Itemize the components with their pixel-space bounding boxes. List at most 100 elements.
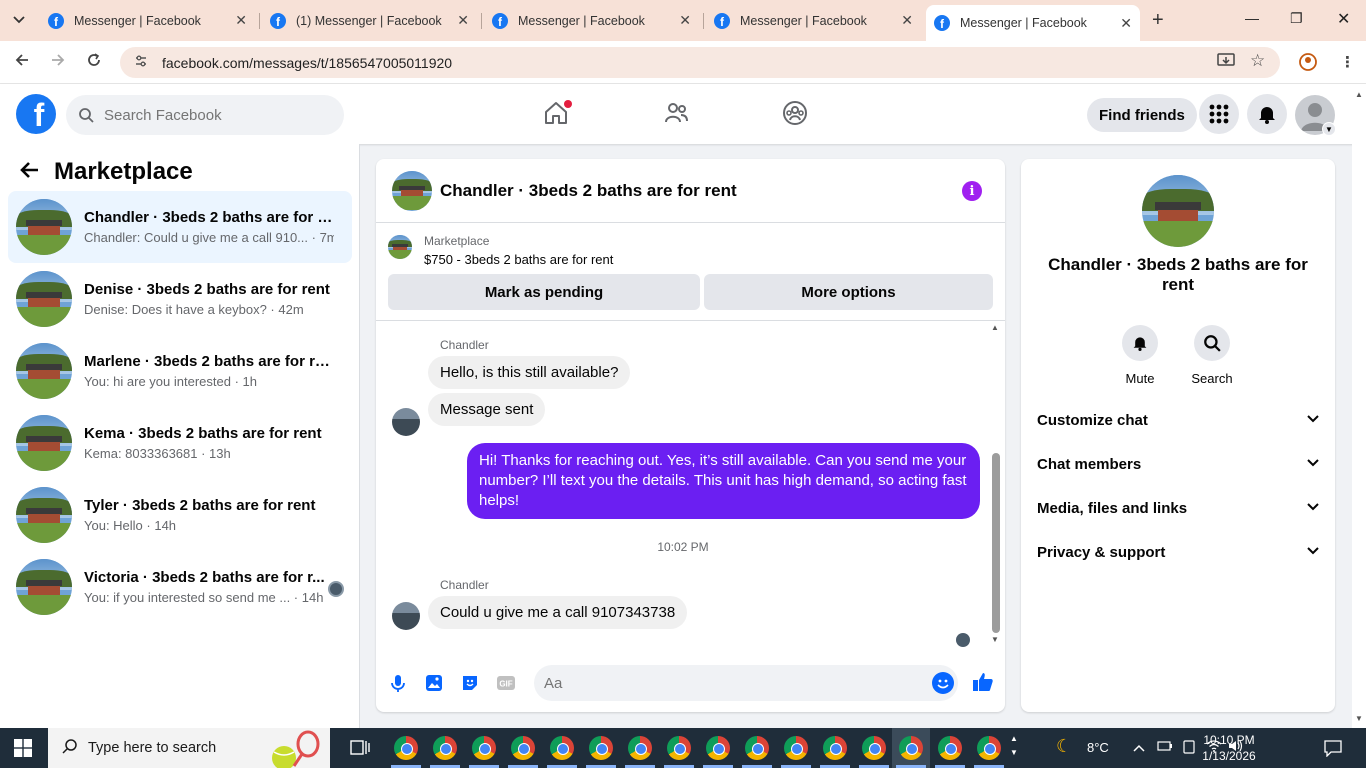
page-scrollbar[interactable]: ▲ ▼ [1352,84,1366,728]
info-icon[interactable]: i [962,181,982,201]
close-tab-icon[interactable]: ✕ [457,12,469,29]
new-tab-plus-icon[interactable]: + [1152,9,1164,32]
thumbs-up-icon[interactable] [972,671,994,693]
listing-profile-image[interactable] [1142,175,1214,247]
conversation-item[interactable]: Victoria · 3beds 2 baths are for r... Yo… [8,551,352,623]
forward-arrow-icon[interactable] [50,52,66,73]
microphone-icon[interactable] [388,673,408,693]
chrome-app-icon[interactable] [394,736,418,760]
listing-price[interactable]: $750 - 3beds 2 baths are for rent [424,252,613,267]
tab-search-chevron-icon[interactable] [6,8,32,32]
battery-icon[interactable] [1157,740,1173,755]
device-icon[interactable] [1183,740,1195,757]
windows-start-icon[interactable] [14,739,32,757]
chrome-app-icon[interactable] [784,736,808,760]
notification-center-icon[interactable] [1324,739,1342,760]
chrome-app-icon[interactable] [862,736,886,760]
install-app-icon[interactable] [1217,53,1235,73]
conversation-item[interactable]: Marlene · 3beds 2 baths are for rent You… [8,335,352,407]
taskbar-search-box[interactable]: Type here to search [48,728,330,768]
close-tab-icon[interactable]: ✕ [1120,15,1132,32]
facebook-search-box[interactable] [66,95,344,135]
conversation-item[interactable]: Kema · 3beds 2 baths are for rent Kema: … [8,407,352,479]
chrome-app-icon[interactable] [977,736,1001,760]
site-settings-icon[interactable] [134,54,148,71]
search-action[interactable]: Search [1182,325,1242,386]
sticker-icon[interactable] [460,673,480,693]
browser-tab-3[interactable]: f Messenger | Facebook ✕ [484,6,699,35]
emoji-icon[interactable] [932,672,954,694]
browser-tab-1[interactable]: f Messenger | Facebook ✕ [40,6,255,35]
chrome-app-icon[interactable] [589,736,613,760]
incoming-message[interactable]: Hello, is this still available? [428,356,631,389]
browser-menu-icon[interactable]: ⋮ [1340,53,1355,71]
conversation-item[interactable]: Tyler · 3beds 2 baths are for rent You: … [8,479,352,551]
conversation-item[interactable]: Chandler · 3beds 2 baths are for re... C… [8,191,352,263]
chat-scrollbar-thumb[interactable] [992,453,1000,633]
menu-grid-icon[interactable] [1199,94,1239,134]
browser-tab-2[interactable]: f (1) Messenger | Facebook ✕ [262,6,477,35]
browser-tab-4[interactable]: f Messenger | Facebook ✕ [706,6,921,35]
conversation-item[interactable]: Denise · 3beds 2 baths are for rent Deni… [8,263,352,335]
account-chevron-down-icon[interactable]: ▼ [1322,122,1336,136]
bell-icon[interactable] [1122,325,1158,361]
media-files-links-section[interactable]: Media, files and links [1037,496,1319,520]
facebook-logo-icon[interactable]: f [16,94,56,134]
bookmark-star-icon[interactable]: ☆ [1250,51,1265,71]
message-input[interactable] [534,665,958,701]
chrome-app-icon[interactable] [550,736,574,760]
reload-icon[interactable] [86,52,102,73]
weather-moon-icon[interactable]: ☾ [1056,736,1072,757]
close-tab-icon[interactable]: ✕ [679,12,691,29]
friends-icon[interactable] [663,100,691,128]
customize-chat-section[interactable]: Customize chat [1037,408,1319,432]
taskbar-overflow-arrows-icon[interactable]: ▲ ▼ [1010,732,1018,760]
chrome-app-icon-active[interactable] [899,736,923,760]
page-scroll-down-icon[interactable]: ▼ [1355,714,1363,723]
notifications-bell-icon[interactable] [1247,94,1287,134]
mute-action[interactable]: Mute [1110,325,1170,386]
gif-icon[interactable]: GIF [496,673,516,693]
outgoing-message[interactable]: Hi! Thanks for reaching out. Yes, it’s s… [467,443,980,519]
facebook-search-input[interactable] [104,106,324,124]
chrome-app-icon[interactable] [823,736,847,760]
minimize-window-icon[interactable]: — [1245,10,1259,26]
chrome-app-icon[interactable] [433,736,457,760]
chat-members-section[interactable]: Chat members [1037,452,1319,476]
privacy-support-section[interactable]: Privacy & support [1037,540,1319,564]
chrome-app-icon[interactable] [667,736,691,760]
find-friends-button[interactable]: Find friends [1087,98,1197,132]
close-tab-icon[interactable]: ✕ [235,12,247,29]
temperature[interactable]: 8°C [1087,740,1109,755]
back-arrow-icon[interactable] [14,52,30,73]
page-scroll-up-icon[interactable]: ▲ [1355,90,1363,99]
groups-icon[interactable] [782,100,810,128]
close-window-icon[interactable]: ✕ [1337,9,1350,29]
profile-icon[interactable] [1299,53,1317,75]
chat-scrollbar[interactable]: ▲ ▼ [990,323,1000,644]
chrome-app-icon[interactable] [745,736,769,760]
address-bar[interactable]: facebook.com/messages/t/1856547005011920 [120,47,1280,78]
task-view-icon[interactable] [350,739,370,762]
show-hidden-icons-chevron-icon[interactable] [1133,740,1145,755]
restore-window-icon[interactable]: ❐ [1290,10,1303,27]
chrome-app-icon[interactable] [472,736,496,760]
photo-gallery-icon[interactable] [424,673,444,693]
chrome-app-icon[interactable] [628,736,652,760]
browser-tab-5-active[interactable]: f Messenger | Facebook ✕ [926,5,1140,41]
scroll-down-arrow-icon[interactable]: ▼ [991,635,999,644]
chat-title[interactable]: Chandler · 3beds 2 baths are for rent [440,181,737,201]
search-icon[interactable] [1194,325,1230,361]
chat-avatar-thumbnail[interactable] [392,170,432,211]
chrome-app-icon[interactable] [511,736,535,760]
chrome-app-icon[interactable] [706,736,730,760]
more-options-button[interactable]: More options [704,274,993,310]
chrome-app-icon[interactable] [938,736,962,760]
incoming-message[interactable]: Message sent [428,393,546,426]
close-tab-icon[interactable]: ✕ [901,12,913,29]
system-clock[interactable]: 10:10 PM 1/13/2026 [1196,732,1262,764]
incoming-message[interactable]: Could u give me a call 9107343738 [428,596,688,629]
scroll-up-arrow-icon[interactable]: ▲ [991,323,999,332]
mark-as-pending-button[interactable]: Mark as pending [388,274,700,310]
back-arrow-icon[interactable] [20,159,40,185]
